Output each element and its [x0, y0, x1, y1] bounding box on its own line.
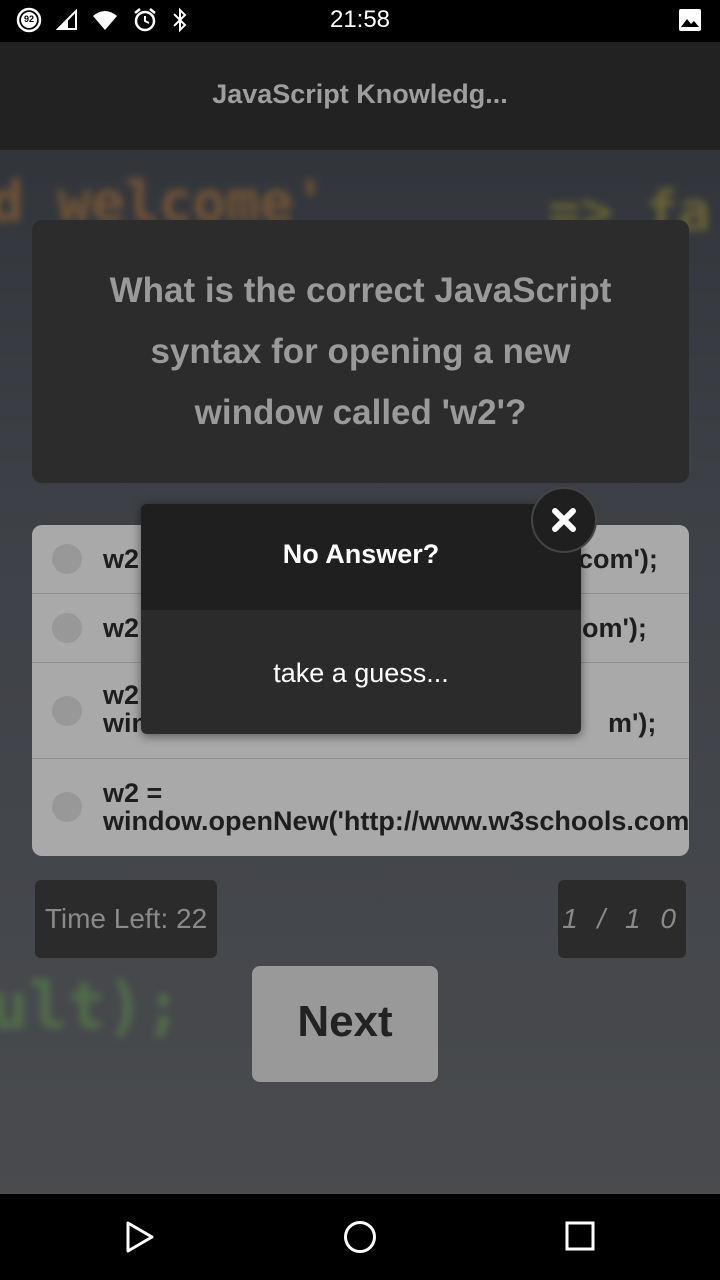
app-bar: JavaScript Knowledg...	[0, 42, 720, 150]
recents-icon[interactable]	[565, 1220, 595, 1257]
radio-button[interactable]	[52, 792, 82, 822]
status-bar: 92 21:58	[0, 0, 720, 42]
option-4[interactable]: w2 = window.openNew('http://www.w3school…	[32, 759, 689, 856]
option-label-right: com');	[578, 544, 658, 574]
home-icon[interactable]	[343, 1220, 377, 1259]
option-label-line2: window.openNew('http://www.w3schools.com…	[103, 806, 689, 836]
dialog-message: take a guess...	[273, 658, 449, 688]
app-title: JavaScript Knowledg...	[212, 79, 508, 109]
radio-button[interactable]	[52, 613, 82, 643]
question-card: What is the correct JavaScript syntax fo…	[32, 220, 689, 483]
radio-button[interactable]	[52, 544, 82, 574]
option-label-right: om');	[582, 613, 647, 643]
question-text: What is the correct JavaScript syntax fo…	[109, 271, 612, 432]
option-label-line1: w2 =	[103, 778, 163, 808]
question-counter: 1 / 1 0	[558, 880, 686, 958]
image-notification-icon	[678, 8, 702, 37]
next-button[interactable]: Next	[252, 966, 438, 1082]
close-icon	[552, 508, 576, 532]
no-answer-dialog: No Answer? take a guess...	[141, 504, 581, 734]
back-icon[interactable]	[124, 1220, 156, 1259]
status-time: 21:58	[329, 6, 391, 33]
navigation-bar	[0, 1194, 720, 1280]
radio-button[interactable]	[52, 696, 82, 726]
dialog-title: No Answer?	[141, 504, 581, 610]
close-dialog-button[interactable]	[531, 487, 597, 553]
option-label-right: m');	[608, 708, 657, 738]
time-left-badge: Time Left: 22	[35, 880, 217, 958]
